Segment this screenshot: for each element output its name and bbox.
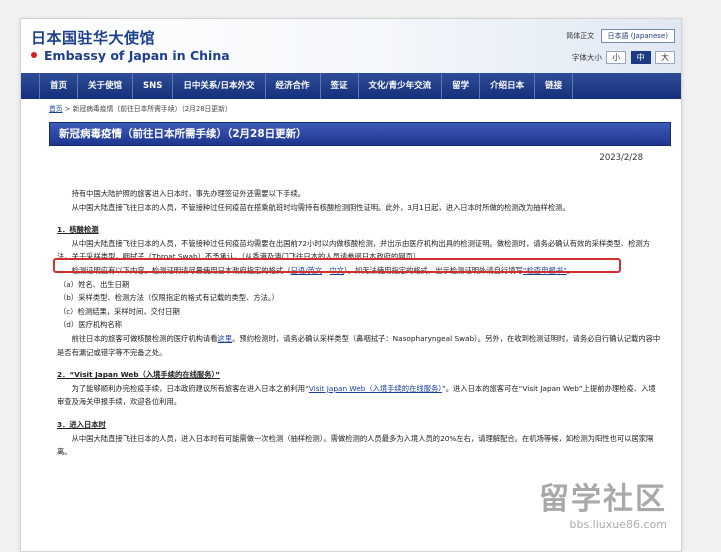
nav-item-relations[interactable]: 日中关系/日本外交 (173, 73, 266, 99)
section-1-paragraph-2: 检测证明应有以下内容。检测证明请尽量使用日本政府指定的格式（日语/英文、中文）。… (57, 264, 661, 278)
site-title[interactable]: 日本国驻华大使馆 (31, 27, 155, 48)
list-item: （a）姓名、出生日期 (59, 279, 130, 289)
list-item: （d）医疗机构名称 (59, 320, 123, 330)
main-nav: 首页 关于使馆 SNS 日中关系/日本外交 经济合作 签证 文化/青少年交流 留… (21, 73, 681, 99)
font-size-switcher: 字体大小 小 中 大 (572, 51, 675, 64)
section-1-paragraph-3: 前往日本的旅客可做核酸检测的医疗机构请看这里。预约检测时，请务必确认采样类型（鼻… (57, 332, 661, 359)
nav-item-visa[interactable]: 签证 (321, 73, 359, 99)
format-link-chinese[interactable]: 中文 (329, 266, 344, 275)
intro-paragraph-2: 从中国大陆直接飞往日本的人员，不管接种过任何疫苗在搭乘航班时均需持有核酸检测阴性… (71, 202, 570, 212)
section-1-p2-text-a: 检测证明应有以下内容。检测证明请尽量使用日本政府指定的格式（ (71, 265, 291, 275)
nav-item-japan-intro[interactable]: 介绍日本 (480, 73, 536, 99)
list-item: （b）采样类型、检测方法（仅限指定的格式有记载的类型、方法。） (59, 293, 279, 303)
site-subtitle-text: Embassy of Japan in China (44, 48, 230, 63)
section-2-heading: 2．“Visit Japan Web（入境手续的在线服务）” (57, 370, 220, 380)
breadcrumb-current: > 新冠病毒疫情（前往日本所需手续）（2月28日更新） (62, 105, 232, 113)
watermark: 留学社区 bbs.liuxue86.com (539, 474, 667, 531)
breadcrumb: 首页 > 新冠病毒疫情（前往日本所需手续）（2月28日更新） (49, 103, 232, 113)
language-switcher: 简体正文 日本語 (Japanese) (566, 29, 675, 43)
watermark-url: bbs.liuxue86.com (569, 518, 667, 531)
japanese-language-button[interactable]: 日本語 (Japanese) (600, 29, 675, 43)
language-label: 简体正文 (566, 32, 595, 40)
article-body: 持有中国大陆护照的旅客进入日本时，事先办理签证外还需要以下手续。 从中国大陆直接… (57, 187, 661, 459)
intro-paragraph-1: 持有中国大陆护照的旅客进入日本时，事先办理签证外还需要以下手续。 (71, 189, 306, 198)
nav-item-about[interactable]: 关于使馆 (78, 73, 134, 99)
section-3-paragraph-1: 从中国大陆直接飞往日本的人员，进入日本时有可能需做一次检测（抽样检测）。需做检测… (57, 433, 654, 457)
font-size-large-button[interactable]: 大 (655, 51, 675, 64)
nav-item-links[interactable]: 链接 (535, 73, 574, 99)
watermark-logo: 留学社区 (539, 482, 667, 517)
site-header: 日本国驻华大使馆 Embassy of Japan in China 简体正文 … (21, 19, 681, 73)
nav-item-sns[interactable]: SNS (133, 73, 174, 99)
section-1-p2-end: 。 (566, 265, 575, 275)
breadcrumb-home-link[interactable]: 首页 (49, 105, 63, 113)
page-title: 新冠病毒疫情（前往日本所需手续）（2月28日更新） (59, 128, 307, 140)
clinics-here-link[interactable]: 这里 (218, 334, 233, 343)
nav-item-culture[interactable]: 文化/青少年交流 (359, 73, 443, 99)
list-item: （c）检测结果，采样时间，交付日期 (59, 306, 180, 316)
section-2-paragraph-1: 为了能够顺利办完检疫手续，日本政府建议所有旅客在进入日本之前利用“Visit J… (57, 382, 661, 409)
section-3-heading: 3．进入日本时 (57, 419, 106, 429)
font-size-label: 字体大小 (571, 53, 602, 62)
nav-item-study[interactable]: 留学 (442, 73, 481, 99)
browser-page: 日本国驻华大使馆 Embassy of Japan in China 简体正文 … (20, 18, 682, 552)
section-2-p1-text-a: 为了能够顺利办完检疫手续，日本政府建议所有旅客在进入日本之前利用“ (71, 383, 309, 393)
section-1-p2-text-b: ）。如无法使用指定的格式，出示检测证明外请自行填写 (344, 265, 523, 275)
font-size-medium-button[interactable]: 中 (630, 51, 651, 64)
visit-japan-web-link[interactable]: Visit Japan Web（入境手续的在线服务） (309, 384, 442, 393)
red-dot-icon (31, 52, 37, 58)
section-1-heading: 1．核酸检测 (57, 225, 99, 235)
section-1-paragraph-1: 从中国大陆直接飞往日本的人员，不管接种过任何疫苗均需要在出国前72小时以内做核酸… (57, 238, 651, 262)
post-date: 2023/2/28 (599, 153, 643, 163)
section-1-p3-text-a: 前往日本的旅客可做核酸检测的医疗机构请看 (71, 333, 218, 343)
format-link-japanese-english[interactable]: 日语/英文 (291, 266, 323, 275)
inspection-report-link[interactable]: “检查申报书” (523, 266, 567, 275)
nav-item-economy[interactable]: 经济合作 (266, 73, 321, 99)
page-title-bar: 新冠病毒疫情（前往日本所需手续）（2月28日更新） (49, 122, 671, 146)
site-subtitle[interactable]: Embassy of Japan in China (31, 48, 230, 63)
font-size-small-button[interactable]: 小 (606, 51, 627, 64)
nav-item-home[interactable]: 首页 (39, 73, 79, 99)
